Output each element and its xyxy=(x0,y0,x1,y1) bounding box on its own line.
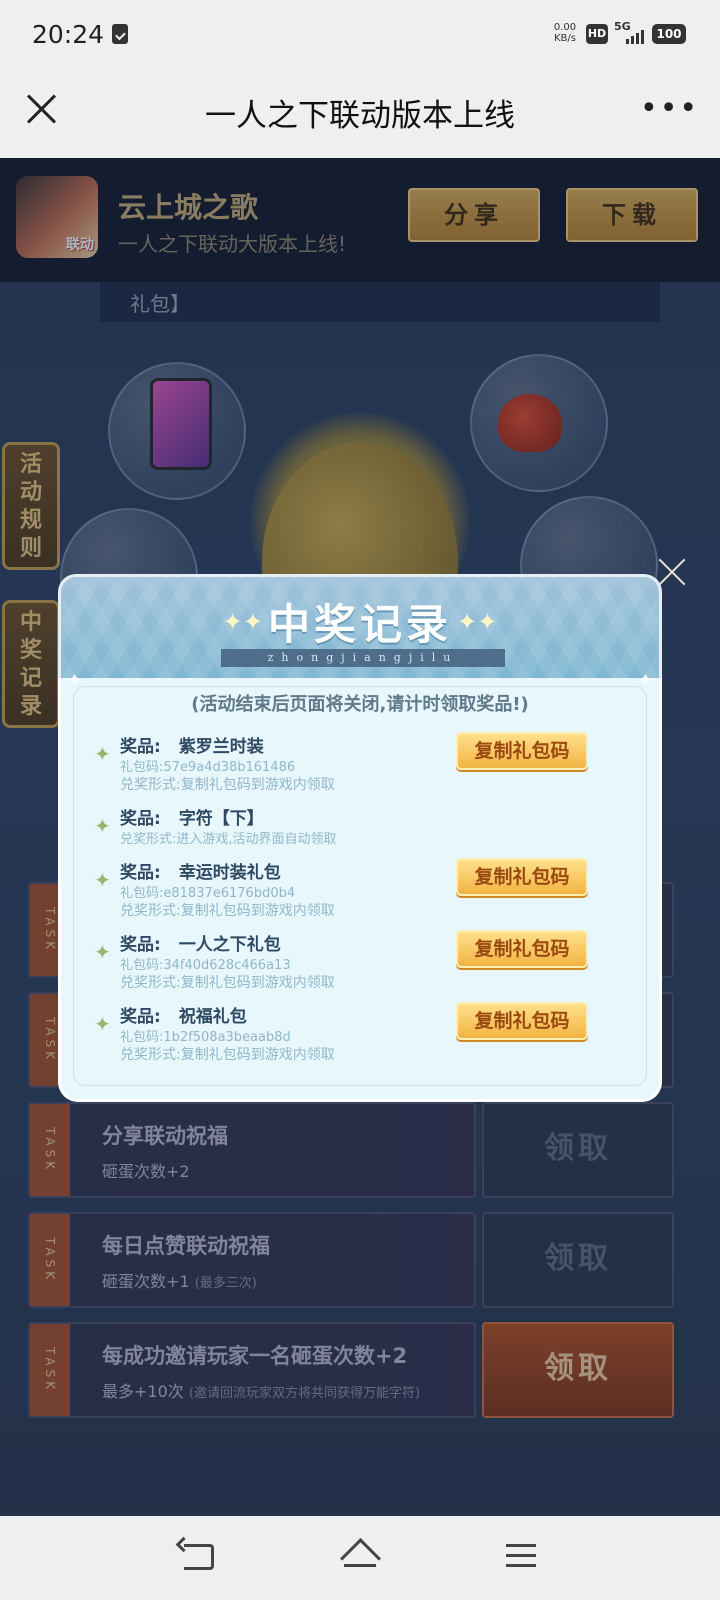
prize-name-line: 奖品: 一人之下礼包 xyxy=(120,930,281,955)
prize-method-line: 兑奖形式:复制礼包码到游戏内领取 xyxy=(120,972,335,992)
star-icon: ✦ xyxy=(94,814,111,838)
prize-name-line: 奖品: 幸运时装礼包 xyxy=(120,858,281,883)
prize-method: 进入游戏,活动界面自动领取 xyxy=(176,832,337,847)
prize-code-line: 礼包码:1b2f508a3beaab8d xyxy=(120,1026,291,1045)
modal-title: 中奖记录 xyxy=(267,600,452,649)
prize-code-line: 礼包码:e81837e6176bd0b4 xyxy=(120,882,295,901)
prize-code: 34f40d628c466a13 xyxy=(163,958,291,973)
prize-name: 紫罗兰时装 xyxy=(178,737,264,757)
copy-code-button[interactable]: 复制礼包码 xyxy=(456,732,588,770)
prize-method: 复制礼包码到游戏内领取 xyxy=(180,1047,335,1063)
menu-icon[interactable] xyxy=(506,1544,536,1568)
prize-name: 祝福礼包 xyxy=(178,1007,247,1027)
prize-name: 字符【下】 xyxy=(178,809,264,829)
corner-star-icon: ✦ xyxy=(67,670,83,691)
copy-code-button[interactable]: 复制礼包码 xyxy=(456,858,588,896)
prize-records-modal: ✦✦ 中奖记录 ✦✦ zhongjiangjilu ✦ ✦ (活动结束后页面将关… xyxy=(58,574,662,1102)
prize-label: 奖品: xyxy=(120,935,161,955)
network-speed: 0.00 KB/s xyxy=(550,22,580,44)
star-icon: ✦ xyxy=(94,1012,111,1036)
title-bar: 一人之下联动版本上线 ••• xyxy=(0,70,720,158)
notice-text: (活动结束后页面将关闭,请计时领取奖品!) xyxy=(191,694,529,715)
network-speed-unit: KB/s xyxy=(554,33,576,44)
prize-label: 奖品: xyxy=(120,809,161,829)
prize-item: ✦ 奖品: 祝福礼包 礼包码:1b2f508a3beaab8d 兑奖形式:复制礼包… xyxy=(94,1002,634,1066)
modal-header: ✦✦ 中奖记录 ✦✦ zhongjiangjilu xyxy=(58,574,662,678)
prize-label: 奖品: xyxy=(120,1007,161,1027)
code-label: 礼包码: xyxy=(120,958,164,973)
prize-name-line: 奖品: 祝福礼包 xyxy=(120,1002,247,1027)
star-icon: ✦ xyxy=(94,742,111,766)
system-nav-bar xyxy=(0,1516,720,1600)
prize-method-line: 兑奖形式:进入游戏,活动界面自动领取 xyxy=(120,828,337,847)
code-label: 礼包码: xyxy=(120,886,164,901)
status-time: 20:24 xyxy=(32,20,105,49)
prize-code-line: 礼包码:34f40d628c466a13 xyxy=(120,954,291,973)
home-icon[interactable] xyxy=(340,1540,380,1574)
method-label: 兑奖形式: xyxy=(120,975,181,991)
clipboard-icon xyxy=(112,24,128,44)
star-icon: ✦ xyxy=(94,940,111,964)
prize-code: e81837e6176bd0b4 xyxy=(163,886,296,901)
prize-method: 复制礼包码到游戏内领取 xyxy=(180,975,335,991)
prize-method-line: 兑奖形式:复制礼包码到游戏内领取 xyxy=(120,900,335,920)
star-icon: ✦ xyxy=(94,868,111,892)
corner-star-icon: ✦ xyxy=(637,670,653,691)
copy-code-button[interactable]: 复制礼包码 xyxy=(456,930,588,968)
prize-name: 幸运时装礼包 xyxy=(178,863,281,883)
sparkle-icon: ✦✦ xyxy=(457,607,498,636)
page-title: 一人之下联动版本上线 xyxy=(205,98,515,134)
back-icon[interactable] xyxy=(184,1544,214,1570)
prize-code: 1b2f508a3beaab8d xyxy=(163,1030,291,1045)
prize-item: ✦ 奖品: 紫罗兰时装 礼包码:57e9a4d38b161486 兑奖形式:复制礼… xyxy=(94,732,634,796)
method-label: 兑奖形式: xyxy=(120,777,181,793)
prize-method: 复制礼包码到游戏内领取 xyxy=(180,777,335,793)
prize-label: 奖品: xyxy=(120,863,161,883)
prize-name: 一人之下礼包 xyxy=(178,935,281,955)
method-label: 兑奖形式: xyxy=(120,1047,181,1063)
prize-item: ✦ 奖品: 一人之下礼包 礼包码:34f40d628c466a13 兑奖形式:复制… xyxy=(94,930,634,994)
prize-method-line: 兑奖形式:复制礼包码到游戏内领取 xyxy=(120,1044,335,1064)
modal-title-wrap: ✦✦ 中奖记录 ✦✦ xyxy=(61,591,659,652)
sparkle-icon: ✦✦ xyxy=(222,607,263,636)
prize-name-line: 奖品: 字符【下】 xyxy=(120,804,264,829)
prize-code-line: 礼包码:57e9a4d38b161486 xyxy=(120,756,295,775)
code-label: 礼包码: xyxy=(120,1030,164,1045)
signal-icon xyxy=(626,30,648,44)
method-label: 兑奖形式: xyxy=(120,832,177,847)
prize-method: 复制礼包码到游戏内领取 xyxy=(180,903,335,919)
prize-item: ✦ 奖品: 幸运时装礼包 礼包码:e81837e6176bd0b4 兑奖形式:复制… xyxy=(94,858,634,922)
prize-method-line: 兑奖形式:复制礼包码到游戏内领取 xyxy=(120,774,335,794)
prize-name-line: 奖品: 紫罗兰时装 xyxy=(120,732,264,757)
copy-code-button[interactable]: 复制礼包码 xyxy=(456,1002,588,1040)
hd-icon: HD xyxy=(586,24,608,44)
status-bar: 20:24 0.00 KB/s HD 5G 100 xyxy=(0,0,720,70)
method-label: 兑奖形式: xyxy=(120,903,181,919)
modal-pinyin: zhongjiangjilu xyxy=(221,649,505,667)
battery-icon: 100 xyxy=(652,24,686,44)
code-label: 礼包码: xyxy=(120,760,164,775)
prize-label: 奖品: xyxy=(120,737,161,757)
prize-code: 57e9a4d38b161486 xyxy=(163,760,296,775)
more-dots-icon[interactable]: ••• xyxy=(640,94,699,124)
network-speed-value: 0.00 xyxy=(553,22,577,33)
